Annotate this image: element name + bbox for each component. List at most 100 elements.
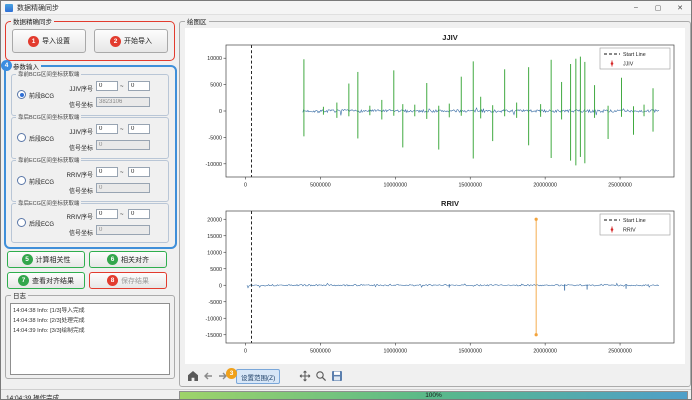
save-result-label: 保存结果 bbox=[121, 276, 149, 286]
radio-front-ecg[interactable] bbox=[17, 176, 26, 185]
range-separator: ~ bbox=[120, 84, 124, 90]
params-group: 参数输入 4 靠前BCG区间坐标获取端 前段BCG JJIV序号 ~ 信号坐标 … bbox=[4, 65, 177, 249]
figure-canvas[interactable]: JJIV 0 5000 0 0 0 10000000 15000000 20000000 2500… bbox=[185, 28, 685, 364]
param-section-rear-bcg: 靠后BCG区间坐标获取端 后段BCG JJIV序号 ~ 信号坐标 bbox=[11, 117, 169, 159]
param-section-title: 靠后BCG区间坐标获取端 bbox=[16, 113, 81, 121]
step-badge-1: 1 bbox=[28, 36, 39, 47]
compute-correlation-label: 计算相关性 bbox=[36, 255, 71, 265]
svg-text:-5000: -5000 bbox=[208, 135, 222, 141]
radio-rear-ecg[interactable] bbox=[17, 218, 26, 227]
svg-text:RRIV: RRIV bbox=[623, 228, 636, 234]
import-group-label: 数据精确同步 bbox=[11, 16, 54, 26]
svg-text:10000000: 10000000 bbox=[384, 183, 408, 189]
log-list[interactable]: 14:04:38 Info: [1/3]导入完成 14:04:38 Info: … bbox=[10, 303, 170, 375]
step-badge-4: 4 bbox=[1, 60, 12, 71]
import-settings-label: 导入设置 bbox=[42, 36, 70, 46]
status-bar: 14:04:39 操作完成 100% bbox=[1, 389, 691, 400]
rriv-index-to-input[interactable] bbox=[128, 209, 150, 219]
save-result-button[interactable]: 8 保存结果 bbox=[89, 272, 167, 289]
status-message: 14:04:39 操作完成 bbox=[6, 392, 59, 400]
jjiv-chart[interactable]: JJIV050000001000000015000000200000002500… bbox=[186, 30, 684, 192]
svg-text:-10000: -10000 bbox=[206, 316, 223, 322]
back-icon[interactable] bbox=[201, 369, 214, 382]
rriv-index-from-input[interactable] bbox=[96, 209, 118, 219]
svg-text:10000000: 10000000 bbox=[384, 349, 408, 355]
minimize-button[interactable]: – bbox=[625, 1, 647, 14]
svg-text:-10000: -10000 bbox=[206, 162, 223, 168]
svg-text:5000: 5000 bbox=[210, 267, 222, 273]
svg-text:15000000: 15000000 bbox=[458, 349, 482, 355]
svg-text:0: 0 bbox=[219, 109, 222, 115]
svg-text:20000000: 20000000 bbox=[533, 183, 557, 189]
maximize-button[interactable]: ▢ bbox=[647, 1, 669, 14]
jjiv-index-to-input[interactable] bbox=[128, 124, 150, 134]
signal-coord-input bbox=[96, 97, 150, 107]
step-badge-8: 8 bbox=[107, 275, 118, 286]
plot-toolbar: 3 设置范围(Z) bbox=[180, 368, 688, 384]
param-section-rear-ecg: 靠后ECG区间坐标获取端 后段ECG RRIV序号 ~ 信号坐标 bbox=[11, 203, 169, 243]
jjiv-index-to-input[interactable] bbox=[128, 81, 150, 91]
step-badge-7: 7 bbox=[18, 275, 29, 286]
correlation-align-button[interactable]: 6 相关对齐 bbox=[89, 251, 167, 268]
zoom-icon[interactable] bbox=[314, 369, 327, 382]
svg-text:0: 0 bbox=[219, 283, 222, 289]
svg-text:10000: 10000 bbox=[207, 250, 222, 256]
radio-front-ecg-label[interactable]: 前段ECG bbox=[29, 177, 54, 186]
set-range-button[interactable]: 设置范围(Z) bbox=[236, 369, 280, 384]
svg-text:10000: 10000 bbox=[207, 56, 222, 62]
svg-text:25000000: 25000000 bbox=[608, 183, 632, 189]
home-icon[interactable] bbox=[186, 369, 199, 382]
svg-text:JJIV: JJIV bbox=[442, 33, 457, 42]
svg-text:20000000: 20000000 bbox=[533, 349, 557, 355]
rriv-index-to-input[interactable] bbox=[128, 167, 150, 177]
import-group: 数据精确同步 1 导入设置 2 开始导入 bbox=[5, 21, 175, 61]
svg-text:25000000: 25000000 bbox=[608, 349, 632, 355]
import-settings-button[interactable]: 1 导入设置 bbox=[12, 29, 86, 53]
radio-front-bcg[interactable] bbox=[17, 90, 26, 99]
radio-rear-bcg-label[interactable]: 后段BCG bbox=[29, 134, 54, 143]
svg-text:RRIV: RRIV bbox=[441, 199, 459, 208]
radio-rear-ecg-label[interactable]: 后段ECG bbox=[29, 219, 54, 228]
signal-coord-input bbox=[96, 225, 150, 235]
rriv-index-label: RRIV序号 bbox=[57, 170, 93, 179]
log-group: 日志 14:04:38 Info: [1/3]导入完成 14:04:38 Inf… bbox=[5, 295, 175, 379]
plot-area-group: 绘图区 JJIV05000000100000001500000020000000… bbox=[179, 21, 691, 387]
log-group-label: 日志 bbox=[11, 290, 28, 300]
save-figure-icon[interactable] bbox=[330, 369, 343, 382]
svg-text:5000: 5000 bbox=[210, 83, 222, 89]
svg-text:15000: 15000 bbox=[207, 234, 222, 240]
step-badge-6: 6 bbox=[107, 254, 118, 265]
rriv-chart[interactable]: RRIV050000001000000015000000200000002500… bbox=[186, 196, 684, 358]
param-section-front-ecg: 靠前ECG区间坐标获取端 前段ECG RRIV序号 ~ 信号坐标 bbox=[11, 160, 169, 202]
step-badge-2: 2 bbox=[110, 36, 121, 47]
jjiv-index-label: JJIV序号 bbox=[57, 84, 93, 93]
log-line: 14:04:39 Info: [3/3]绘制完成 bbox=[11, 324, 169, 334]
jjiv-index-from-input[interactable] bbox=[96, 124, 118, 134]
plot-area-label: 绘图区 bbox=[185, 16, 209, 26]
pan-icon[interactable] bbox=[298, 369, 311, 382]
log-line: 14:04:38 Info: [1/3]导入完成 bbox=[11, 304, 169, 314]
radio-rear-bcg[interactable] bbox=[17, 133, 26, 142]
app-icon bbox=[5, 4, 13, 12]
svg-text:0: 0 bbox=[244, 349, 247, 355]
start-import-button[interactable]: 2 开始导入 bbox=[94, 29, 168, 53]
range-separator: ~ bbox=[120, 170, 124, 176]
view-align-result-label: 查看对齐结果 bbox=[32, 276, 74, 286]
radio-front-bcg-label[interactable]: 前段BCG bbox=[29, 91, 54, 100]
param-section-title: 靠前ECG区间坐标获取端 bbox=[16, 156, 81, 164]
signal-coord-label: 信号坐标 bbox=[57, 100, 93, 109]
jjiv-index-from-input[interactable] bbox=[96, 81, 118, 91]
compute-correlation-button[interactable]: 5 计算相关性 bbox=[7, 251, 85, 268]
close-button[interactable]: ✕ bbox=[669, 1, 691, 14]
step-badge-3: 3 bbox=[226, 368, 237, 379]
rriv-index-from-input[interactable] bbox=[96, 167, 118, 177]
signal-coord-label: 信号坐标 bbox=[57, 143, 93, 152]
log-line: 14:04:38 Info: [2/3]处理完成 bbox=[11, 314, 169, 324]
svg-text:0: 0 bbox=[244, 183, 247, 189]
title-bar[interactable]: 数据精确同步 – ▢ ✕ bbox=[1, 1, 691, 15]
svg-text:Start Line: Start Line bbox=[623, 218, 646, 224]
signal-coord-label: 信号坐标 bbox=[57, 186, 93, 195]
view-align-result-button[interactable]: 7 查看对齐结果 bbox=[7, 272, 85, 289]
progress-bar: 100% bbox=[179, 391, 688, 400]
param-section-title: 靠前BCG区间坐标获取端 bbox=[16, 70, 81, 78]
